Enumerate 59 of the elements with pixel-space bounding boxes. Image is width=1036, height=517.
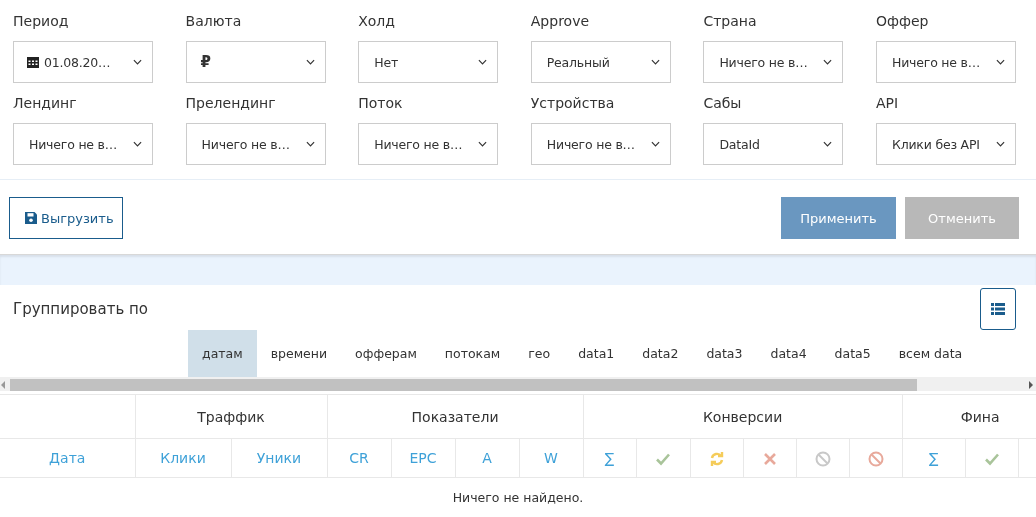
filter-select[interactable]: Ничего не в… bbox=[530, 123, 671, 165]
filter-select[interactable]: Клики без API bbox=[875, 123, 1016, 165]
caret-icon bbox=[305, 59, 315, 65]
filter-label: Сабы bbox=[703, 94, 743, 112]
caret-icon bbox=[650, 141, 660, 147]
filter-label: Approve bbox=[530, 12, 591, 30]
list-view-button[interactable] bbox=[980, 288, 1016, 330]
caret-icon bbox=[995, 59, 1005, 65]
column-header[interactable] bbox=[849, 438, 903, 478]
filter-select[interactable]: Ничего не в… bbox=[358, 123, 499, 165]
filter-label: Валюта bbox=[185, 12, 243, 30]
column-header[interactable] bbox=[796, 438, 850, 478]
filter-label: Холд bbox=[358, 12, 396, 30]
filter-label: Устройства bbox=[530, 94, 616, 112]
filter-select[interactable]: DataId bbox=[703, 123, 844, 165]
filter-select[interactable]: 01.08.20… bbox=[13, 41, 153, 83]
filter-select[interactable]: Ничего не в… bbox=[185, 123, 326, 165]
caret-icon bbox=[305, 141, 315, 147]
group-by-tab[interactable]: датам bbox=[188, 330, 257, 377]
caret-icon bbox=[650, 59, 660, 65]
caret-icon bbox=[133, 59, 142, 65]
refresh-icon bbox=[708, 450, 725, 467]
filter-select[interactable]: ₽ bbox=[185, 41, 326, 83]
column-header[interactable] bbox=[965, 438, 1019, 478]
save-icon bbox=[25, 212, 37, 224]
caret-icon bbox=[133, 141, 142, 147]
group-by-title: Группировать по bbox=[13, 300, 148, 318]
empty-message: Ничего не найдено. bbox=[451, 489, 585, 505]
filter-select[interactable]: Реальный bbox=[530, 41, 671, 83]
filter-select[interactable]: Ничего не в… bbox=[703, 41, 844, 83]
column-header[interactable] bbox=[636, 438, 691, 478]
caret-icon bbox=[478, 59, 488, 65]
cross-icon bbox=[761, 450, 778, 467]
calendar-icon bbox=[27, 56, 39, 68]
column-group-header: Траффик bbox=[135, 394, 327, 439]
column-header[interactable] bbox=[690, 438, 744, 478]
filter-label: Поток bbox=[358, 94, 404, 112]
column-header[interactable] bbox=[743, 438, 797, 478]
caret-icon bbox=[478, 141, 488, 147]
column-group-header: Конверсии bbox=[583, 394, 903, 439]
filter-select[interactable]: Ничего не в… bbox=[875, 41, 1016, 83]
column-group-header: Фина bbox=[902, 394, 1036, 439]
caret-icon bbox=[995, 141, 1005, 147]
filter-label: Лендинг bbox=[13, 94, 78, 112]
column-group-header: Показатели bbox=[327, 394, 584, 439]
export-button[interactable]: Выгрузить bbox=[9, 197, 123, 239]
caret-icon bbox=[823, 141, 833, 147]
horizontal-scrollbar[interactable] bbox=[0, 377, 1036, 391]
filter-label: Прелендинг bbox=[185, 94, 277, 112]
filter-select[interactable]: Нет bbox=[358, 41, 499, 83]
filter-label: Страна bbox=[703, 12, 758, 30]
filter-select[interactable]: Ничего не в… bbox=[13, 123, 153, 165]
filter-label: API bbox=[875, 94, 900, 112]
list-icon bbox=[991, 303, 1005, 315]
filter-label: Период bbox=[13, 12, 70, 30]
caret-icon bbox=[823, 59, 833, 65]
ban-icon bbox=[867, 450, 884, 467]
ban-icon bbox=[814, 450, 831, 467]
filter-label: Оффер bbox=[875, 12, 930, 30]
